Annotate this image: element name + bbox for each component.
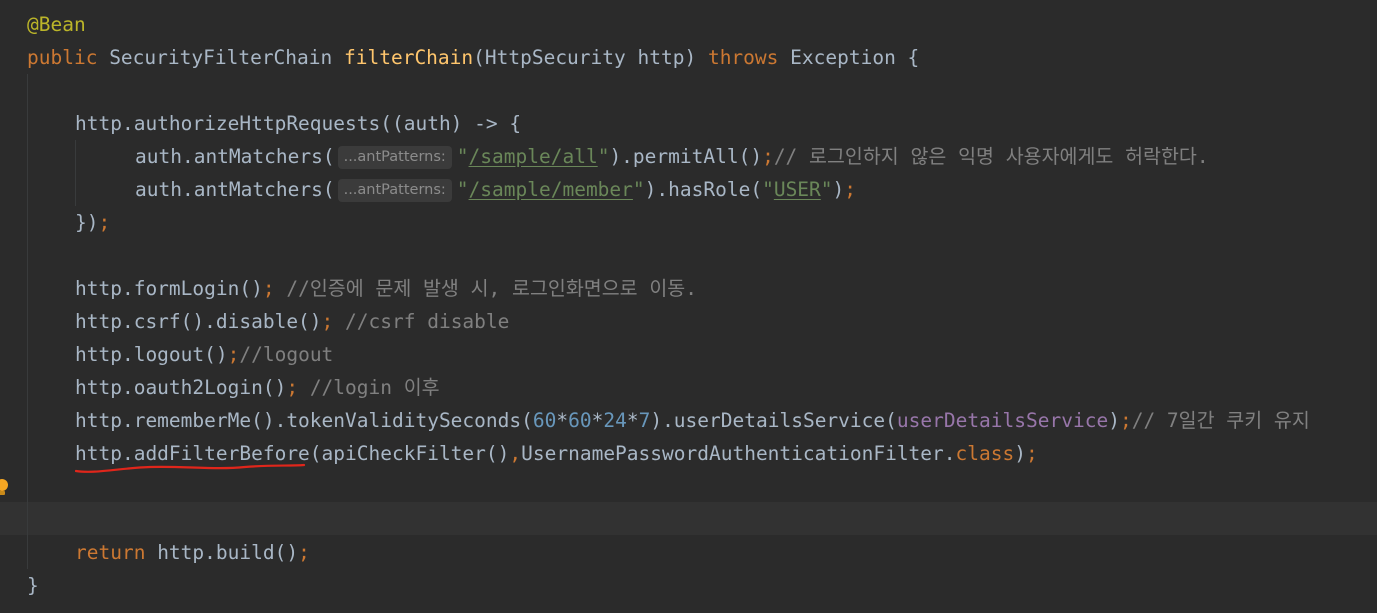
userdetails-call: ).userDetailsService(	[650, 409, 897, 432]
indent-guide	[27, 74, 28, 569]
semicolon: ;	[298, 541, 310, 564]
code-line-matcher-all[interactable]: auth.antMatchers(...antPatterns: "/sample…	[135, 140, 1209, 173]
semicolon: ;	[762, 145, 774, 168]
line-comment: // 7일간 쿠키 유지	[1131, 409, 1310, 432]
semicolon: ;	[227, 343, 240, 366]
number-literal: 7	[638, 409, 651, 432]
keyword-class: class	[955, 442, 1015, 465]
code-line-return[interactable]: return http.build();	[75, 536, 310, 569]
semicolon: ;	[1119, 409, 1132, 432]
semicolon: ;	[321, 310, 334, 333]
lightbulb-icon[interactable]	[0, 478, 10, 498]
parameter-hint: ...antPatterns:	[337, 179, 452, 202]
comma: ,	[509, 442, 522, 465]
method-params: (HttpSecurity http)	[473, 46, 708, 69]
csrf-call: http.csrf().disable()	[75, 310, 322, 333]
rememberme-call: http.rememberMe().tokenValiditySeconds(	[75, 409, 533, 432]
code-line-csrf[interactable]: http.csrf().disable(); //csrf disable	[75, 305, 509, 338]
matcher-call: auth.antMatchers(	[135, 178, 335, 201]
number-literal: 24	[603, 409, 627, 432]
line-comment: //csrf disable	[333, 310, 510, 333]
has-role-call: ).hasRole(	[644, 178, 763, 201]
code-line-rememberme[interactable]: http.rememberMe().tokenValiditySeconds(6…	[75, 404, 1310, 437]
close-brace: }	[27, 574, 39, 597]
line-comment: //login 이후	[298, 376, 440, 399]
string-quote: "	[456, 178, 469, 201]
operator: *	[556, 409, 569, 432]
keyword-return: return	[75, 541, 146, 564]
semicolon: ;	[262, 277, 275, 300]
authorize-call: http.authorizeHttpRequests((auth) -> {	[75, 112, 522, 135]
signature-rest: Exception {	[778, 46, 920, 69]
string-path[interactable]: /sample/all	[469, 145, 598, 168]
string-role[interactable]: USER	[774, 178, 821, 201]
keyword-public: public	[27, 46, 98, 69]
semicolon: ;	[98, 211, 111, 234]
semicolon: ;	[1025, 442, 1038, 465]
indent-guide	[75, 140, 76, 206]
code-line-close-lambda[interactable]: });	[75, 206, 110, 239]
build-call: http.build()	[145, 541, 299, 564]
string-quote: "	[632, 178, 645, 201]
close-paren: )	[832, 178, 845, 201]
return-type: SecurityFilterChain	[97, 46, 344, 69]
filter-class-ref: UsernamePasswordAuthenticationFilter.	[521, 442, 956, 465]
code-line-authorize[interactable]: http.authorizeHttpRequests((auth) -> {	[75, 107, 521, 140]
annotation: @Bean	[27, 13, 86, 36]
oauth-call: http.oauth2Login()	[75, 376, 287, 399]
matcher-call: auth.antMatchers(	[135, 145, 335, 168]
code-line-matcher-member[interactable]: auth.antMatchers(...antPatterns: "/sample…	[135, 173, 856, 206]
string-quote: "	[456, 145, 469, 168]
number-literal: 60	[532, 409, 557, 432]
code-line-signature[interactable]: public SecurityFilterChain filterChain(H…	[27, 41, 919, 74]
number-literal: 60	[568, 409, 592, 432]
code-line-formlogin[interactable]: http.formLogin(); //인증에 문제 발생 시, 로그인화면으로…	[75, 272, 697, 305]
parameter-hint: ...antPatterns:	[337, 146, 452, 169]
string-quote: "	[762, 178, 774, 201]
code-line-close-brace[interactable]: }	[27, 569, 39, 602]
code-line-annotation[interactable]: @Bean	[27, 8, 86, 41]
close-lambda: })	[75, 211, 99, 234]
semicolon: ;	[844, 178, 857, 201]
current-line-highlight	[0, 502, 1377, 535]
code-editor[interactable]: @Bean public SecurityFilterChain filterC…	[0, 0, 1377, 613]
formlogin-call: http.formLogin()	[75, 277, 263, 300]
string-path[interactable]: /sample/member	[469, 178, 633, 201]
close-paren: )	[1108, 409, 1120, 432]
squiggle-underline	[75, 463, 306, 473]
method-name[interactable]: filterChain	[344, 46, 473, 69]
operator: *	[626, 409, 639, 432]
field-reference[interactable]: userDetailsService	[897, 409, 1108, 432]
string-quote: "	[597, 145, 610, 168]
semicolon: ;	[286, 376, 299, 399]
code-line-oauth[interactable]: http.oauth2Login(); //login 이후	[75, 371, 440, 404]
line-comment: // 로그인하지 않은 익명 사용자에게도 허락한다.	[773, 145, 1209, 168]
code-line-logout[interactable]: http.logout();//logout	[75, 338, 333, 371]
keyword-throws: throws	[707, 46, 779, 69]
string-quote: "	[820, 178, 833, 201]
line-comment: //logout	[239, 343, 334, 366]
operator: *	[591, 409, 604, 432]
line-comment: //인증에 문제 발생 시, 로그인화면으로 이동.	[274, 277, 697, 300]
permit-all-call: ).permitAll()	[609, 145, 763, 168]
logout-call: http.logout()	[75, 343, 228, 366]
close-paren: )	[1014, 442, 1026, 465]
